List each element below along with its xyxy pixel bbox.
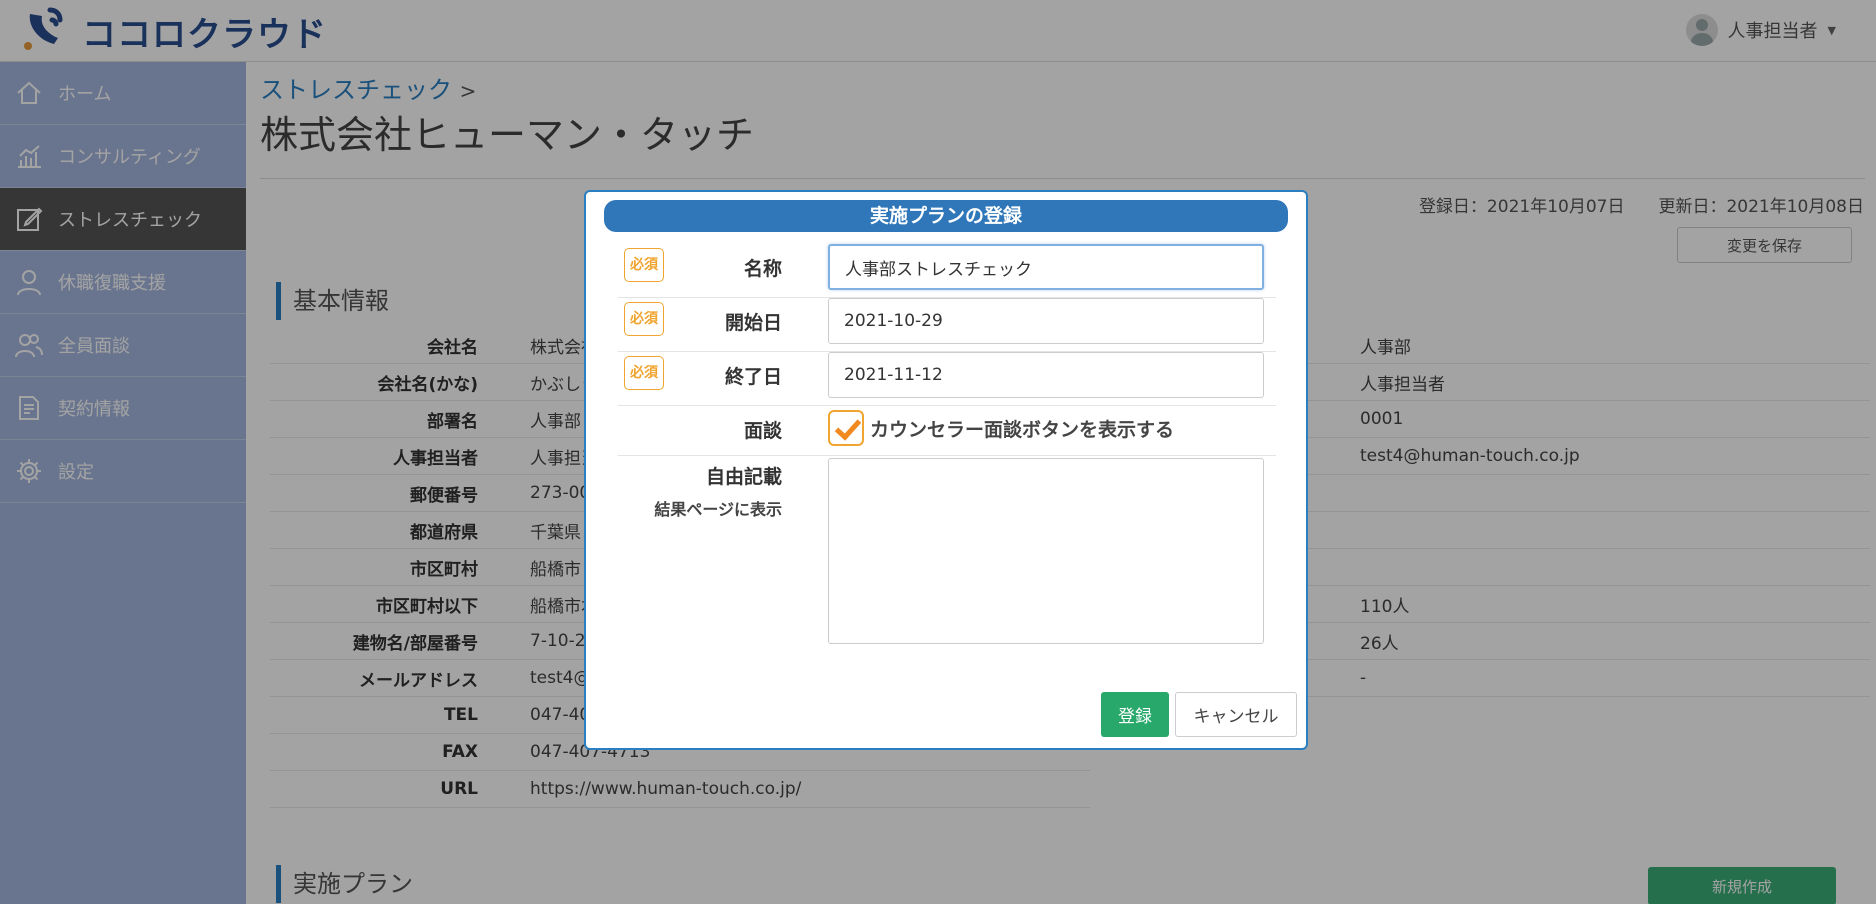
counselor-checkbox-label: カウンセラー面談ボタンを表示する xyxy=(870,418,1175,441)
end-date-input[interactable] xyxy=(828,352,1264,398)
modal-title: 実施プランの登録 xyxy=(604,200,1288,232)
name-label: 名称 xyxy=(743,258,782,280)
free-text-label: 自由記載 xyxy=(705,466,782,488)
free-text-area[interactable] xyxy=(828,458,1264,644)
free-text-sublabel: 結果ページに表示 xyxy=(654,500,782,519)
form-row-end-date: 必須 終了日 xyxy=(618,352,1276,406)
end-date-label: 終了日 xyxy=(724,366,782,388)
plan-register-modal: 実施プランの登録 必須 名称 必須 開始日 必須 終了日 面談 カウンセラー面談… xyxy=(584,190,1308,750)
start-date-label: 開始日 xyxy=(724,312,782,334)
name-input[interactable] xyxy=(828,244,1264,290)
interview-checkbox-wrap[interactable]: カウンセラー面談ボタンを表示する xyxy=(828,410,1174,446)
cancel-button[interactable]: キャンセル xyxy=(1175,692,1297,737)
form-row-start-date: 必須 開始日 xyxy=(618,298,1276,352)
interview-label: 面談 xyxy=(743,420,782,442)
counselor-checkbox[interactable] xyxy=(828,410,864,446)
form-row-interview: 面談 カウンセラー面談ボタンを表示する xyxy=(618,406,1276,456)
start-date-input[interactable] xyxy=(828,298,1264,344)
form-row-name: 必須 名称 xyxy=(618,244,1276,298)
register-button[interactable]: 登録 xyxy=(1101,692,1169,737)
